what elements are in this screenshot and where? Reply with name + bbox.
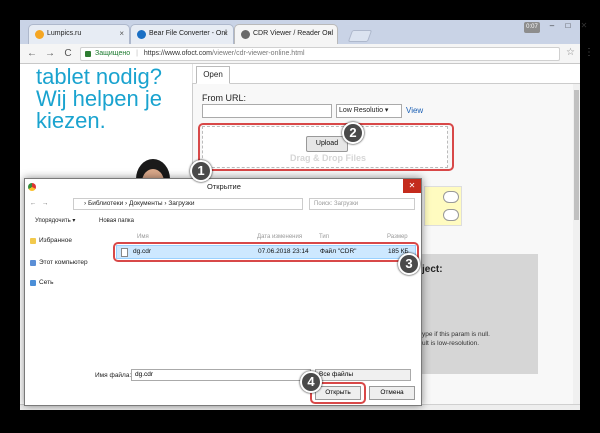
from-url-label: From URL: bbox=[202, 93, 247, 103]
tab-lumpics[interactable]: Lumpics.ru × bbox=[28, 24, 130, 44]
address-bar-row: ← → C Защищено | https://www.ofoct.com/v… bbox=[20, 44, 594, 64]
lock-icon bbox=[85, 51, 91, 57]
screenshot: Lumpics.ru × Bear File Converter - Onl ×… bbox=[0, 0, 600, 433]
forward-icon[interactable]: → bbox=[39, 197, 51, 211]
breadcrumb-item[interactable]: Библиотеки bbox=[88, 200, 123, 207]
tab-open[interactable]: Open bbox=[196, 66, 230, 84]
column-type[interactable]: Тип bbox=[319, 234, 329, 240]
page-scrollbar[interactable] bbox=[573, 84, 580, 410]
cdr-favicon-icon bbox=[241, 30, 250, 39]
network-icon bbox=[30, 280, 36, 286]
promo-line-3: kiezen. bbox=[36, 108, 106, 133]
close-tab-icon[interactable]: × bbox=[327, 29, 332, 38]
secure-label: Защищено bbox=[95, 50, 131, 57]
breadcrumb-sep: › bbox=[84, 200, 87, 207]
dialog-title: Открытие bbox=[207, 182, 241, 191]
column-size[interactable]: Размер bbox=[387, 234, 408, 240]
file-type-select[interactable]: Все файлы bbox=[315, 369, 411, 381]
breadcrumb-sep: › bbox=[164, 200, 167, 207]
back-icon[interactable]: ← bbox=[26, 48, 38, 59]
dialog-close-icon[interactable]: ✕ bbox=[403, 179, 421, 193]
computer-icon bbox=[30, 260, 36, 266]
tab-label: CDR Viewer / Reader Onl bbox=[253, 30, 334, 37]
dialog-navigation-pane: Избранное Этот компьютер Сеть bbox=[29, 231, 111, 361]
url-host: https://www.ofoct.com bbox=[143, 50, 212, 57]
back-icon[interactable]: ← bbox=[27, 197, 39, 211]
reload-icon[interactable]: C bbox=[62, 48, 74, 59]
close-tab-icon[interactable]: × bbox=[223, 29, 228, 38]
breadcrumb-item[interactable]: Загрузки bbox=[168, 200, 194, 207]
bear-favicon-icon bbox=[137, 30, 146, 39]
column-date[interactable]: Дата изменения bbox=[257, 234, 302, 240]
note-line: ult is low-resolution. bbox=[422, 340, 480, 347]
step-badge-2: 2 bbox=[342, 122, 364, 144]
breadcrumb-item[interactable]: Документы bbox=[129, 200, 163, 207]
url-path: /viewer/cdr-viewer-online.html bbox=[211, 50, 305, 57]
step-badge-1: 1 bbox=[190, 160, 212, 182]
new-folder-button[interactable]: Новая папка bbox=[99, 215, 134, 227]
option-toggle[interactable] bbox=[443, 191, 459, 203]
dialog-toolbar: Упорядочить ▾ Новая папка bbox=[27, 215, 419, 227]
note-line: ype if this param is null. bbox=[422, 331, 490, 338]
nav-label: Сеть bbox=[39, 279, 54, 286]
scroll-thumb[interactable] bbox=[574, 90, 579, 220]
browser-menu-icon[interactable]: ⋮ bbox=[584, 47, 594, 58]
dialog-title-bar: Открытие ✕ bbox=[25, 179, 421, 195]
breadcrumb-sep: › bbox=[125, 200, 128, 207]
promo-line-2: Wij helpen je bbox=[36, 86, 162, 111]
filename-label: Имя файла: bbox=[95, 372, 132, 379]
from-url-input[interactable] bbox=[202, 104, 332, 118]
nav-label: Этот компьютер bbox=[39, 259, 88, 266]
promo-text[interactable]: tablet nodig? Wij helpen je kiezen. bbox=[36, 66, 162, 132]
options-box bbox=[424, 186, 462, 226]
tab-cdr-viewer[interactable]: CDR Viewer / Reader Onl × bbox=[234, 24, 338, 44]
param-note: ype if this param is null. ult is low-re… bbox=[422, 330, 490, 348]
url-input[interactable]: Защищено | https://www.ofoct.com/viewer/… bbox=[80, 47, 560, 61]
organize-button[interactable]: Упорядочить ▾ bbox=[35, 215, 75, 227]
nav-label: Избранное bbox=[39, 237, 72, 244]
dialog-file-list: Имя Дата изменения Тип Размер dg.cdr 07.… bbox=[113, 229, 419, 361]
close-tab-icon[interactable]: × bbox=[119, 29, 124, 38]
browser-tab-bar: Lumpics.ru × Bear File Converter - Onl ×… bbox=[20, 20, 587, 44]
breadcrumb[interactable]: › Библиотеки › Документы › Загрузки bbox=[73, 198, 303, 210]
star-icon bbox=[30, 238, 36, 244]
bookmark-star-icon[interactable]: ☆ bbox=[566, 47, 575, 58]
nav-item-network[interactable]: Сеть bbox=[30, 279, 54, 286]
upload-highlight bbox=[198, 123, 454, 171]
new-tab-button[interactable] bbox=[347, 30, 373, 42]
view-link[interactable]: View bbox=[406, 106, 423, 115]
tab-bear-file-converter[interactable]: Bear File Converter - Onl × bbox=[130, 24, 234, 44]
filename-input[interactable]: dg.cdr bbox=[131, 369, 311, 381]
chrome-icon bbox=[28, 183, 36, 191]
tab-label: Lumpics.ru bbox=[47, 30, 82, 37]
object-title: ject: bbox=[422, 264, 443, 275]
tab-label: Bear File Converter - Onl bbox=[149, 30, 227, 37]
option-toggle[interactable] bbox=[443, 209, 459, 221]
nav-item-favorites[interactable]: Избранное bbox=[30, 237, 72, 244]
forward-icon[interactable]: → bbox=[44, 48, 56, 59]
open-file-dialog: Открытие ✕ ← → › Библиотеки › Документы ›… bbox=[24, 178, 422, 406]
nav-item-this-pc[interactable]: Этот компьютер bbox=[30, 259, 88, 266]
url-separator: | bbox=[136, 50, 138, 57]
promo-line-1: tablet nodig? bbox=[36, 64, 162, 89]
cancel-button[interactable]: Отмена bbox=[369, 386, 415, 400]
file-highlight bbox=[113, 242, 419, 262]
profile-badge[interactable]: 0:07 bbox=[524, 22, 540, 33]
step-badge-3: 3 bbox=[398, 253, 420, 275]
lumpics-favicon-icon bbox=[35, 30, 44, 39]
column-name[interactable]: Имя bbox=[137, 234, 149, 240]
step-badge-4: 4 bbox=[300, 371, 322, 393]
window-close-icon[interactable]: ✕ bbox=[574, 21, 594, 33]
resolution-select[interactable]: Low Resolutio ▾ bbox=[336, 104, 402, 118]
dialog-search-input[interactable]: Поиск: Загрузки bbox=[309, 198, 415, 210]
